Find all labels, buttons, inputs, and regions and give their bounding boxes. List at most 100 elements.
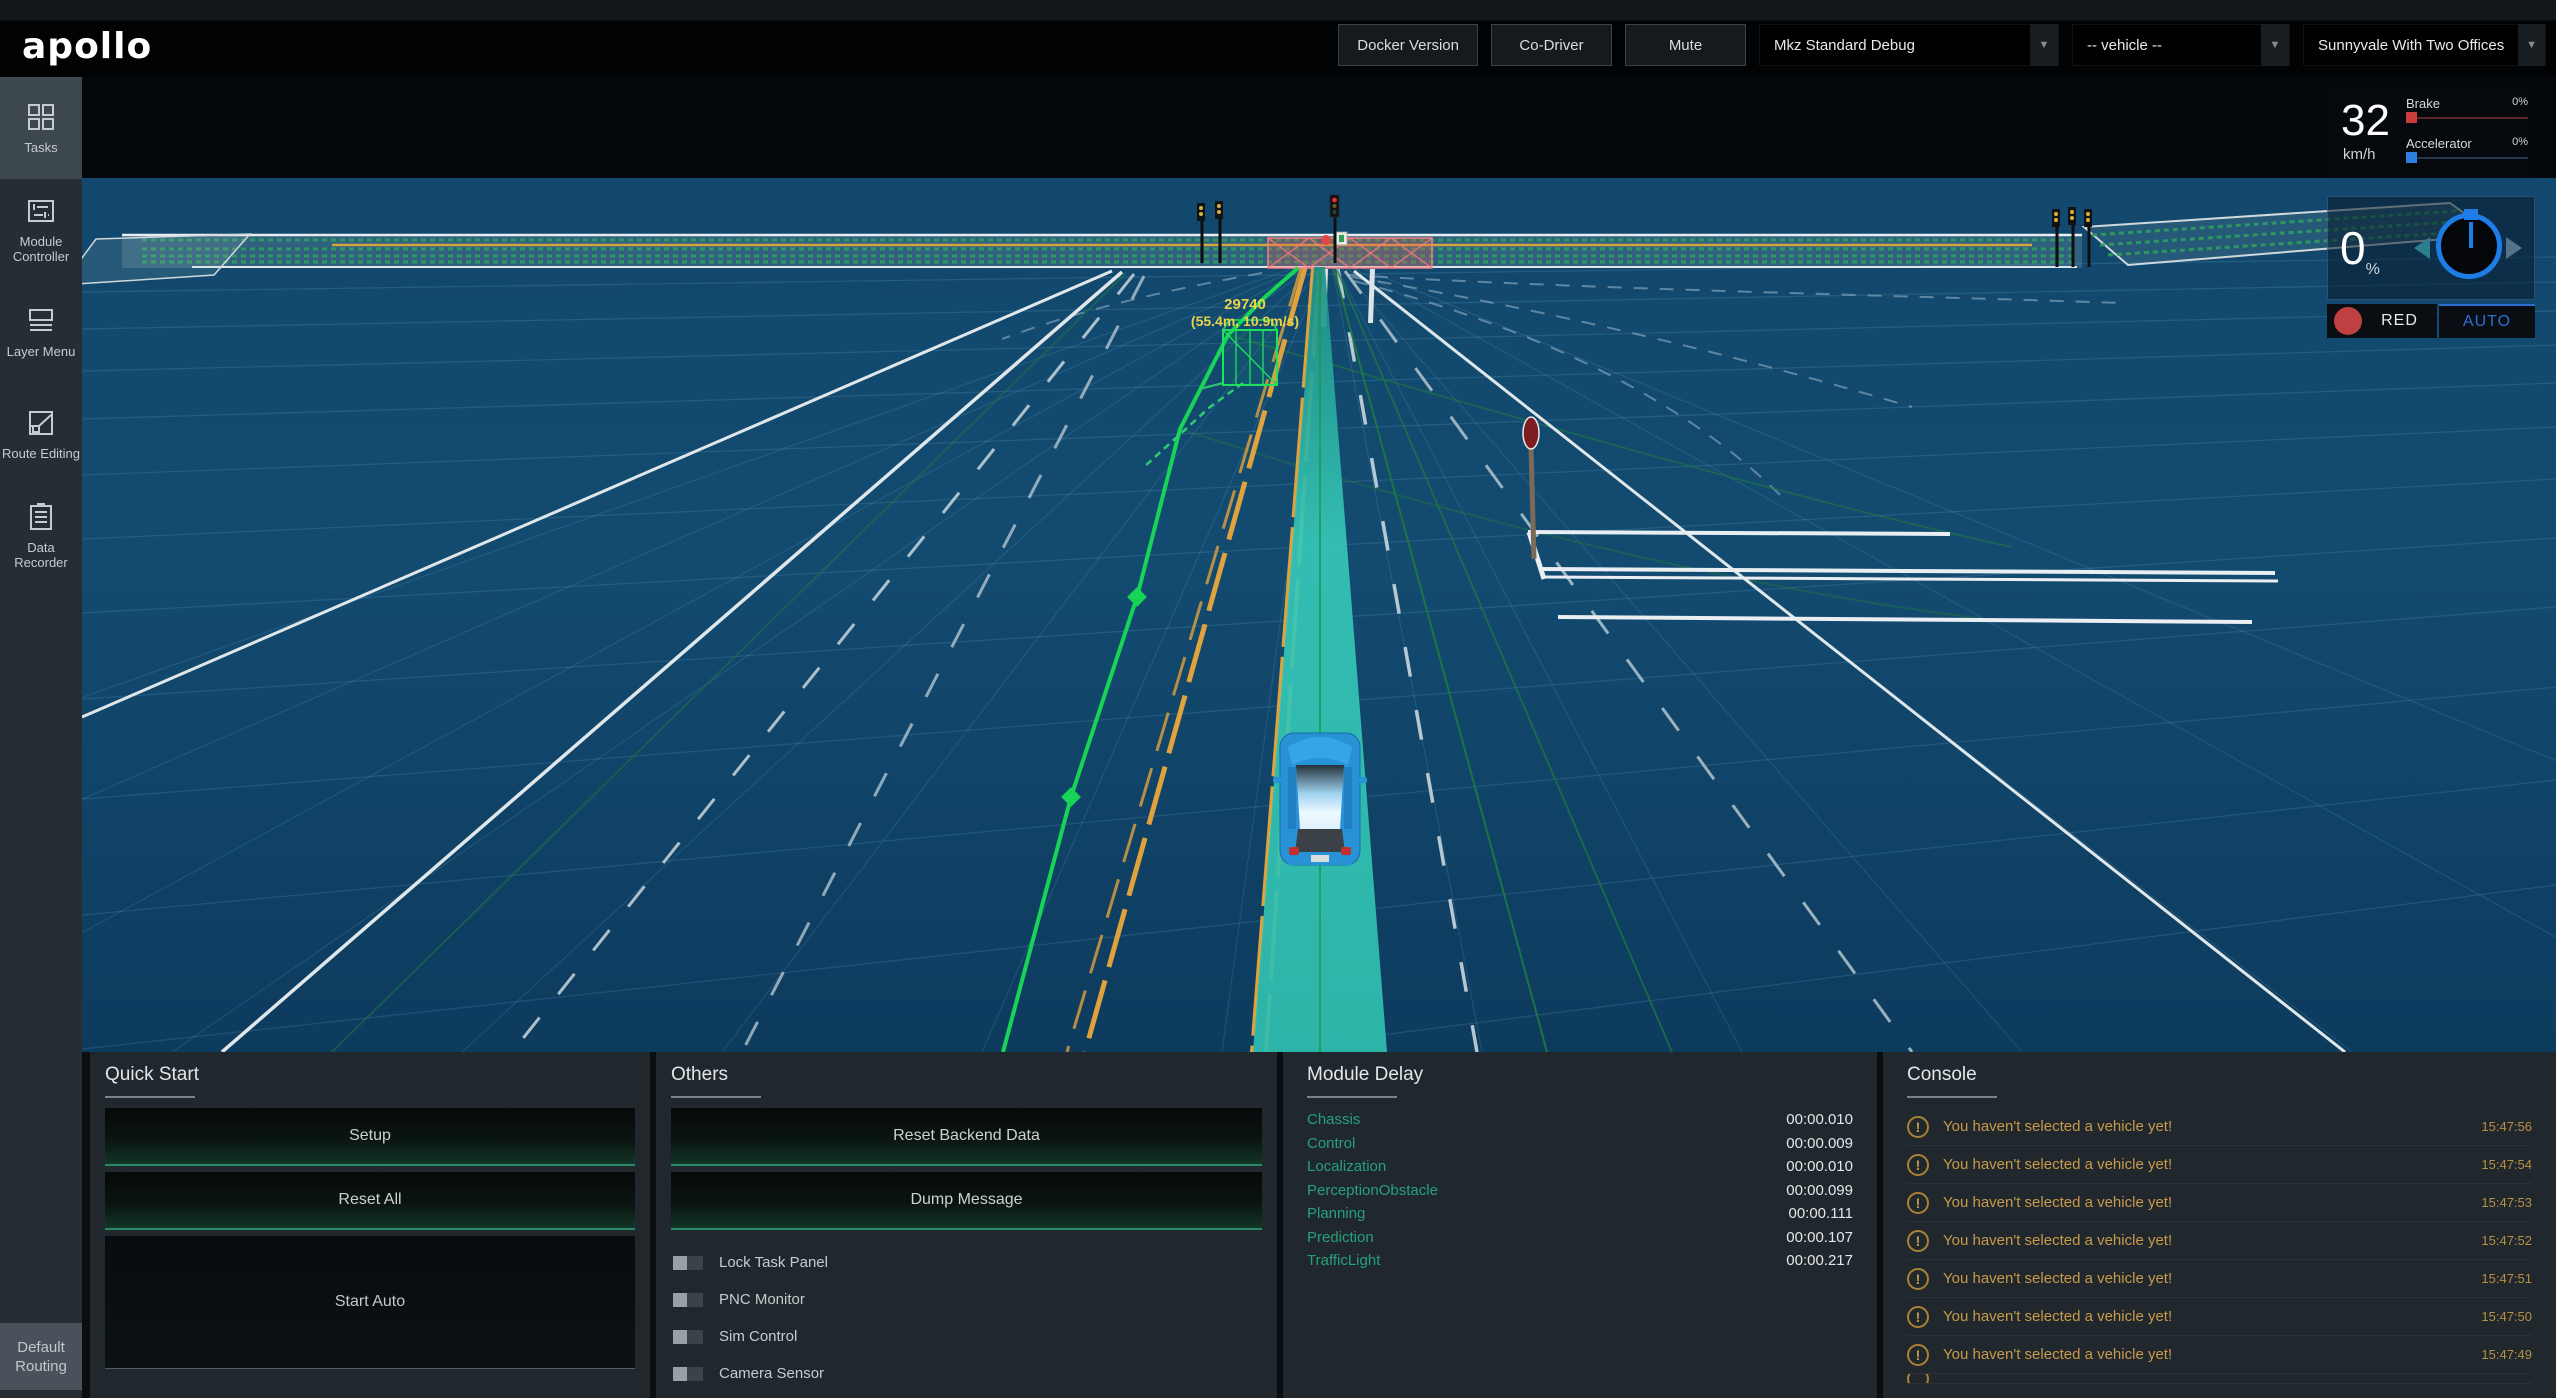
mode-select-value: Mkz Standard Debug: [1774, 36, 1915, 54]
brake-slider-handle: [2406, 112, 2417, 123]
console-timestamp: 15:47:49: [2481, 1347, 2532, 1362]
brake-value: 0%: [2512, 96, 2528, 108]
toggle-off-icon: [673, 1329, 703, 1344]
scene-3d-view[interactable]: 29740 (55.4m, 10.9m/s): [82, 77, 2556, 1052]
stop-fence: [1267, 237, 1433, 269]
map-select-value: Sunnyvale With Two Offices: [2318, 36, 2505, 54]
toggle-off-icon: [673, 1255, 703, 1270]
console-message: You haven't selected a vehicle yet!: [1943, 1118, 2173, 1135]
console-message: You haven't selected a vehicle yet!: [1943, 1308, 2173, 1325]
console-panel: Console ! You haven't selected a vehicle…: [1883, 1052, 2556, 1398]
docker-version-button[interactable]: Docker Version: [1338, 24, 1478, 66]
sidebar-item-label: Data Recorder: [14, 540, 68, 570]
accelerator-label: Accelerator: [2406, 136, 2472, 151]
module-delay-value: 00:00.009: [1786, 1134, 1853, 1152]
warning-icon: !: [1907, 1305, 1929, 1328]
module-name: PerceptionObstacle: [1307, 1181, 1438, 1199]
signal-panel: RED AUTO: [2327, 304, 2535, 338]
mode-select[interactable]: Mkz Standard Debug ▼: [1759, 24, 2059, 66]
module-name: Localization: [1307, 1158, 1387, 1176]
console-timestamp: 15:47:51: [2481, 1271, 2532, 1286]
mute-button[interactable]: Mute: [1625, 24, 1746, 66]
toggle-label: Lock Task Panel: [719, 1254, 828, 1271]
sidebar-item-label: Module Controller: [12, 234, 70, 264]
panel-title: Others: [671, 1064, 729, 1085]
turn-left-arrow-icon: [2414, 237, 2430, 259]
chevron-down-icon: ▼: [2261, 24, 2289, 66]
toggle-off-icon: [673, 1292, 703, 1307]
brake-label: Brake: [2406, 96, 2440, 111]
sky: [82, 77, 2556, 178]
module-delay-row: Planning 00:00.111: [1307, 1202, 1853, 1226]
sim-control-toggle[interactable]: Sim Control: [671, 1318, 1262, 1355]
reset-backend-data-button[interactable]: Reset Backend Data: [671, 1108, 1262, 1166]
red-signal-ball: [1321, 235, 1331, 245]
brake-slider: [2406, 112, 2528, 123]
console-timestamp: 15:47:50: [2481, 1309, 2532, 1324]
red-light-icon: [2334, 307, 2362, 335]
module-delay-value: 00:00.010: [1786, 1158, 1853, 1176]
traffic-signal-indicator: RED: [2327, 304, 2437, 338]
signal-state-label: RED: [2381, 312, 2418, 329]
module-name: Planning: [1307, 1205, 1366, 1223]
console-entry: ! You haven't selected a vehicle yet! 15…: [1907, 1184, 2532, 1222]
sidebar-item-module-controller[interactable]: Module Controller: [0, 179, 82, 281]
console-message: You haven't selected a vehicle yet!: [1943, 1346, 2173, 1363]
module-name: Prediction: [1307, 1228, 1374, 1246]
title-underline: [1307, 1096, 1397, 1098]
sidebar-item-route-editing[interactable]: Route Editing: [0, 383, 82, 485]
tasks-grid-icon: [28, 103, 54, 130]
pnc-monitor-toggle[interactable]: PNC Monitor: [671, 1281, 1262, 1318]
dump-message-button[interactable]: Dump Message: [671, 1172, 1262, 1230]
setup-button[interactable]: Setup: [105, 1108, 635, 1166]
panel-title: Module Delay: [1307, 1064, 1424, 1085]
warning-icon: !: [1907, 1267, 1929, 1290]
sidebar-item-data-recorder[interactable]: Data Recorder: [0, 485, 82, 587]
console-entry: ! You haven't selected a vehicle yet! 15…: [1907, 1108, 2532, 1146]
sidebar-item-label: Route Editing: [1, 445, 81, 461]
vehicle-select[interactable]: -- vehicle -- ▼: [2072, 24, 2290, 66]
module-delay-value: 00:00.010: [1786, 1111, 1853, 1129]
reset-all-button[interactable]: Reset All: [105, 1172, 635, 1230]
steering-nub: [2464, 209, 2478, 220]
vehicle-select-value: -- vehicle --: [2087, 36, 2163, 54]
chevron-down-icon: ▼: [2518, 24, 2545, 66]
map-select[interactable]: Sunnyvale With Two Offices ▼: [2303, 24, 2546, 66]
sliders-icon: [28, 200, 54, 222]
brake-meter: Brake 0%: [2406, 96, 2528, 123]
console-entry-partial: [1907, 1374, 2532, 1384]
monitor-bar: Quick Start Setup Reset All Start Auto O…: [82, 1052, 2556, 1398]
lock-task-panel-toggle[interactable]: Lock Task Panel: [671, 1244, 1262, 1281]
console-timestamp: 15:47:52: [2481, 1233, 2532, 1248]
warning-icon: !: [1907, 1343, 1929, 1366]
steering-needle: [2469, 222, 2473, 248]
sidebar-item-label: Tasks: [24, 139, 58, 155]
title-underline: [1907, 1096, 1997, 1098]
default-routing-button[interactable]: Default Routing: [0, 1323, 82, 1390]
chevron-down-icon: ▼: [2030, 24, 2058, 66]
speed-unit: km/h: [2343, 146, 2376, 163]
clipboard-icon: [30, 503, 52, 530]
console-message: You haven't selected a vehicle yet!: [1943, 1270, 2173, 1287]
toggle-label: PNC Monitor: [719, 1291, 805, 1308]
auto-mode-button[interactable]: AUTO: [2439, 304, 2535, 338]
toggle-label: Sim Control: [719, 1328, 798, 1345]
module-name: Control: [1307, 1134, 1356, 1152]
sidebar: Tasks Module Controller Layer Menu Route…: [0, 77, 82, 1398]
sidebar-item-tasks[interactable]: Tasks: [0, 77, 82, 179]
steering-panel: 0%: [2327, 196, 2535, 300]
layers-icon: [29, 308, 53, 331]
accelerator-meter: Accelerator 0%: [2406, 136, 2528, 163]
warning-icon: !: [1907, 1191, 1929, 1214]
sidebar-item-layer-menu[interactable]: Layer Menu: [0, 281, 82, 383]
console-timestamp: 15:47:53: [2481, 1195, 2532, 1210]
console-message: You haven't selected a vehicle yet!: [1943, 1194, 2173, 1211]
accelerator-value: 0%: [2512, 136, 2528, 148]
co-driver-button[interactable]: Co-Driver: [1491, 24, 1612, 66]
steering-value: 0: [2340, 222, 2366, 274]
camera-sensor-toggle[interactable]: Camera Sensor: [671, 1355, 1262, 1392]
start-auto-button[interactable]: Start Auto: [105, 1236, 635, 1369]
module-delay-panel: Module Delay Chassis 00:00.010 Control 0…: [1283, 1052, 1877, 1398]
apollo-logo: apollo: [22, 26, 153, 67]
route-edit-icon: [29, 410, 53, 435]
